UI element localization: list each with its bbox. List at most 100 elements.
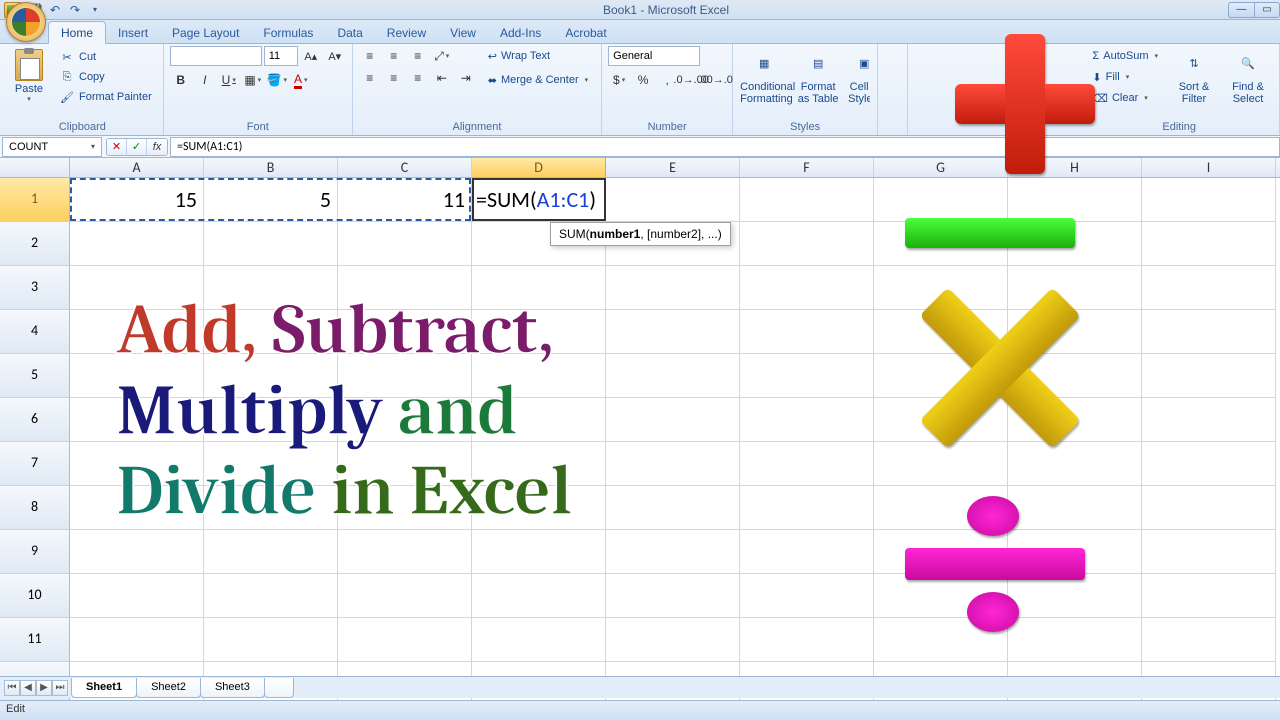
tab-add-ins[interactable]: Add-Ins [488, 22, 553, 43]
row-header-3[interactable]: 3 [0, 266, 70, 310]
cut-button[interactable]: ✂Cut [54, 48, 157, 66]
cell-f1[interactable] [740, 178, 874, 221]
col-header-i[interactable]: I [1142, 158, 1276, 177]
currency-button[interactable]: $ [608, 70, 630, 90]
insert-function-icon[interactable]: fx [147, 139, 167, 155]
align-left-button[interactable]: ≡ [359, 68, 381, 88]
cell-i1[interactable] [1142, 178, 1276, 221]
align-right-button[interactable]: ≡ [407, 68, 429, 88]
name-box-value: COUNT [9, 141, 48, 153]
paste-button[interactable]: Paste ▾ [8, 46, 50, 112]
accept-formula-icon[interactable]: ✓ [127, 139, 147, 155]
col-header-e[interactable]: E [606, 158, 740, 177]
office-button[interactable] [6, 2, 46, 42]
sheet-tab-3[interactable]: Sheet3 [200, 678, 265, 698]
row-header-11[interactable]: 11 [0, 618, 70, 662]
align-top-button[interactable]: ≡ [359, 46, 381, 66]
decrease-indent-button[interactable]: ⇤ [431, 68, 453, 88]
align-middle-button[interactable]: ≡ [383, 46, 405, 66]
clear-button[interactable]: ⌫Clear [1085, 88, 1165, 108]
orientation-button[interactable]: ⤢ [431, 46, 453, 66]
sheet-tab-1[interactable]: Sheet1 [71, 678, 137, 698]
row-header-5[interactable]: 5 [0, 354, 70, 398]
select-all-corner[interactable] [0, 158, 70, 177]
tab-insert[interactable]: Insert [106, 22, 160, 43]
row-header-6[interactable]: 6 [0, 398, 70, 442]
row-header-7[interactable]: 7 [0, 442, 70, 486]
bold-button[interactable]: B [170, 70, 192, 90]
row-header-4[interactable]: 4 [0, 310, 70, 354]
sheet-tab-2[interactable]: Sheet2 [136, 678, 201, 698]
redo-icon[interactable]: ↷ [66, 2, 84, 18]
font-color-button[interactable]: A [290, 70, 312, 90]
col-header-d[interactable]: D [472, 158, 606, 177]
overlay-sub: Subtract, [272, 288, 554, 371]
cell-c1[interactable]: 11 [338, 178, 472, 221]
border-button[interactable]: ▦ [242, 70, 264, 90]
sheet-nav-last-icon[interactable]: ⏭ [52, 680, 68, 696]
cell-e1[interactable] [606, 178, 740, 221]
col-header-a[interactable]: A [70, 158, 204, 177]
tab-acrobat[interactable]: Acrobat [553, 22, 618, 43]
cell-d1-editing[interactable]: =SUM(A1:C1) [472, 178, 606, 221]
new-sheet-button[interactable] [264, 678, 294, 698]
font-name-input[interactable] [170, 46, 262, 66]
copy-button[interactable]: ⎘Copy [54, 68, 157, 86]
col-header-c[interactable]: C [338, 158, 472, 177]
fill-color-button[interactable]: 🪣 [266, 70, 288, 90]
cancel-formula-icon[interactable]: ✕ [107, 139, 127, 155]
italic-button[interactable]: I [194, 70, 216, 90]
font-size-input[interactable] [264, 46, 298, 66]
conditional-formatting-button[interactable]: ▦Conditional Formatting [739, 46, 789, 112]
cell-a1[interactable]: 15 [70, 178, 204, 221]
name-box[interactable]: COUNT▾ [2, 137, 102, 157]
sheet-nav-next-icon[interactable]: ▶ [36, 680, 52, 696]
row-header-10[interactable]: 10 [0, 574, 70, 618]
wrap-text-button[interactable]: ↩Wrap Text [481, 46, 595, 66]
row-header-8[interactable]: 8 [0, 486, 70, 530]
percent-button[interactable]: % [632, 70, 654, 90]
tab-formulas[interactable]: Formulas [251, 22, 325, 43]
sheet-nav-first-icon[interactable]: ⏮ [4, 680, 20, 696]
tab-review[interactable]: Review [375, 22, 438, 43]
decrease-decimal-button[interactable]: .00→.0 [704, 70, 726, 90]
col-header-f[interactable]: F [740, 158, 874, 177]
find-select-button[interactable]: 🔍Find & Select [1223, 46, 1273, 112]
row-header-1[interactable]: 1 [0, 178, 70, 222]
group-label-styles: Styles [739, 119, 871, 135]
tab-home[interactable]: Home [48, 21, 106, 44]
fill-button[interactable]: ⬇Fill [1085, 67, 1165, 87]
conditional-icon: ▦ [748, 49, 780, 79]
qat-customize-icon[interactable]: ▾ [86, 2, 104, 18]
tab-data[interactable]: Data [325, 22, 374, 43]
row-header-2[interactable]: 2 [0, 222, 70, 266]
cell-b1[interactable]: 5 [204, 178, 338, 221]
sort-filter-button[interactable]: ⇅Sort & Filter [1169, 46, 1219, 112]
merge-center-button[interactable]: ⬌Merge & Center [481, 70, 595, 90]
minimize-button[interactable]: — [1228, 2, 1254, 18]
formula-input[interactable] [170, 137, 1280, 157]
col-header-b[interactable]: B [204, 158, 338, 177]
tab-view[interactable]: View [438, 22, 488, 43]
table-icon: ▤ [802, 49, 834, 79]
align-center-button[interactable]: ≡ [383, 68, 405, 88]
number-format-input[interactable] [608, 46, 700, 66]
group-font: A▴ A▾ B I U ▦ 🪣 A Font [164, 44, 353, 135]
undo-icon[interactable]: ↶ [46, 2, 64, 18]
cell-styles-button[interactable]: ▣Cell Styles [847, 46, 871, 112]
row-header-9[interactable]: 9 [0, 530, 70, 574]
cell-g1[interactable] [874, 178, 1008, 221]
formula-ref: A1:C1 [537, 186, 590, 213]
sheet-nav-prev-icon[interactable]: ◀ [20, 680, 36, 696]
autosum-button[interactable]: ΣAutoSum [1085, 46, 1165, 66]
shrink-font-button[interactable]: A▾ [324, 46, 346, 66]
cell-h1[interactable] [1008, 178, 1142, 221]
maximize-button[interactable]: ▭ [1254, 2, 1280, 18]
increase-indent-button[interactable]: ⇥ [455, 68, 477, 88]
underline-button[interactable]: U [218, 70, 240, 90]
grow-font-button[interactable]: A▴ [300, 46, 322, 66]
format-painter-button[interactable]: 🖌Format Painter [54, 88, 157, 106]
format-as-table-button[interactable]: ▤Format as Table [793, 46, 843, 112]
align-bottom-button[interactable]: ≡ [407, 46, 429, 66]
tab-page-layout[interactable]: Page Layout [160, 22, 251, 43]
